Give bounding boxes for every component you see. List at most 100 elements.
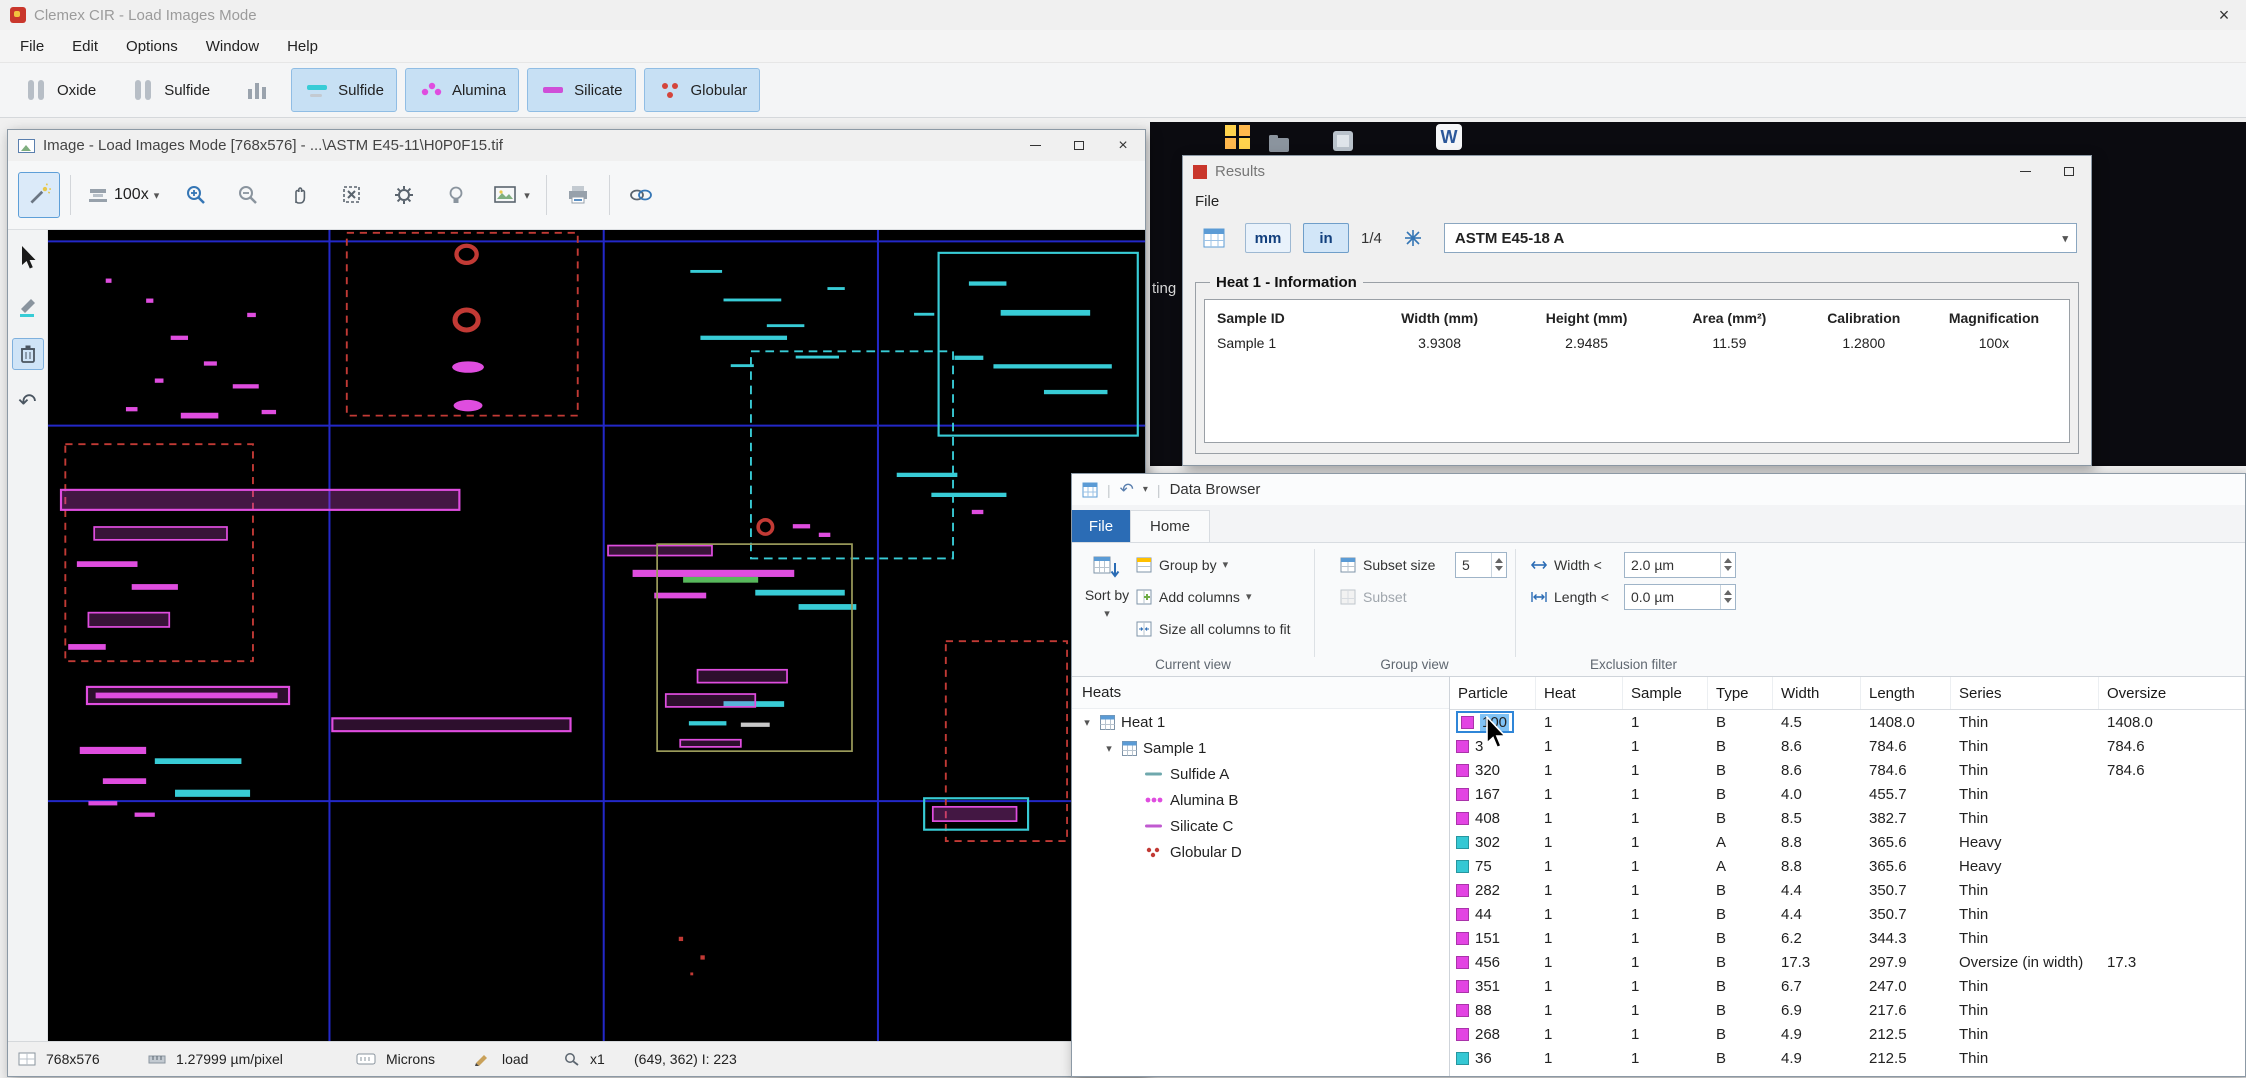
- cell-particle[interactable]: 351: [1450, 978, 1536, 995]
- cell-length[interactable]: 344.3: [1861, 930, 1951, 947]
- cell-heat[interactable]: 1: [1536, 1050, 1623, 1067]
- table-row[interactable]: 15111B6.2344.3Thin: [1450, 926, 2245, 950]
- close-icon[interactable]: ×: [1101, 130, 1145, 161]
- cell-heat[interactable]: 1: [1536, 762, 1623, 779]
- column-header-width[interactable]: Width: [1773, 677, 1861, 709]
- size-all-columns-button[interactable]: Size all columns to fit: [1136, 615, 1291, 642]
- table-row[interactable]: 40811B8.5382.7Thin: [1450, 806, 2245, 830]
- toolbar-button-chart[interactable]: [231, 68, 283, 112]
- cell-length[interactable]: 247.0: [1861, 978, 1951, 995]
- delete-tool-button[interactable]: [12, 338, 44, 370]
- image-adjust-button[interactable]: ▾: [487, 172, 536, 218]
- cell-series[interactable]: Oversize (in width): [1951, 954, 2099, 971]
- cell-particle[interactable]: 151: [1450, 930, 1536, 947]
- lamp-button[interactable]: [435, 172, 477, 218]
- cell-width[interactable]: 6.9: [1773, 1002, 1861, 1019]
- cell-width[interactable]: 4.9: [1773, 1026, 1861, 1043]
- cell-particle[interactable]: 320: [1450, 762, 1536, 779]
- spinner-arrows[interactable]: [1720, 585, 1735, 609]
- cell-type[interactable]: B: [1708, 954, 1773, 971]
- data-browser-titlebar[interactable]: | ↶ ▾ | Data Browser: [1072, 474, 2245, 505]
- cell-oversize[interactable]: 17.3: [2099, 954, 2245, 971]
- cell-type[interactable]: A: [1708, 834, 1773, 851]
- tree-node-silicate-c[interactable]: Silicate C: [1072, 813, 1449, 839]
- cell-length[interactable]: 382.7: [1861, 810, 1951, 827]
- column-header-length[interactable]: Length: [1861, 677, 1951, 709]
- cell-particle[interactable]: 456: [1450, 954, 1536, 971]
- cell-width[interactable]: 4.9: [1773, 1050, 1861, 1067]
- cell-heat[interactable]: 1: [1536, 810, 1623, 827]
- cell-heat[interactable]: 1: [1536, 714, 1623, 731]
- report-table-button[interactable]: [1195, 222, 1233, 254]
- cell-heat[interactable]: 1: [1536, 882, 1623, 899]
- subset-size-input[interactable]: 5: [1455, 552, 1507, 578]
- cell-width[interactable]: 6.7: [1773, 978, 1861, 995]
- cell-heat[interactable]: 1: [1536, 906, 1623, 923]
- column-header-series[interactable]: Series: [1951, 677, 2099, 709]
- cell-type[interactable]: B: [1708, 810, 1773, 827]
- cell-sample[interactable]: 1: [1623, 858, 1708, 875]
- cell-heat[interactable]: 1: [1536, 834, 1623, 851]
- cell-sample[interactable]: 1: [1623, 906, 1708, 923]
- refresh-button[interactable]: [1394, 222, 1432, 254]
- standard-select[interactable]: ASTM E45-18 A ▾: [1444, 223, 2077, 253]
- cell-sample[interactable]: 1: [1623, 762, 1708, 779]
- micrograph-canvas[interactable]: [48, 230, 1145, 1041]
- results-titlebar[interactable]: Results: [1183, 156, 2091, 187]
- cell-particle[interactable]: 75: [1450, 858, 1536, 875]
- toolbar-button-sulfide[interactable]: Sulfide: [291, 68, 397, 112]
- cell-series[interactable]: Thin: [1951, 906, 2099, 923]
- cell-length[interactable]: 350.7: [1861, 882, 1951, 899]
- cell-type[interactable]: B: [1708, 714, 1773, 731]
- menu-help[interactable]: Help: [273, 30, 332, 62]
- app-close-button[interactable]: ×: [2202, 0, 2246, 30]
- cell-type[interactable]: B: [1708, 1002, 1773, 1019]
- marker-tool-button[interactable]: [12, 290, 44, 322]
- cell-length[interactable]: 212.5: [1861, 1050, 1951, 1067]
- cell-type[interactable]: B: [1708, 762, 1773, 779]
- cell-sample[interactable]: 1: [1623, 954, 1708, 971]
- column-header-type[interactable]: Type: [1708, 677, 1773, 709]
- table-row[interactable]: 35111B6.7247.0Thin: [1450, 974, 2245, 998]
- toolbar-button-globular[interactable]: Globular: [644, 68, 761, 112]
- cell-series[interactable]: Thin: [1951, 1050, 2099, 1067]
- settings-gear-button[interactable]: [383, 172, 425, 218]
- cell-sample[interactable]: 1: [1623, 882, 1708, 899]
- cell-type[interactable]: B: [1708, 978, 1773, 995]
- sort-by-button[interactable]: Sort by ▾: [1078, 549, 1136, 647]
- minimize-icon[interactable]: [1013, 130, 1057, 161]
- tree-node-alumina-b[interactable]: Alumina B: [1072, 787, 1449, 813]
- cell-sample[interactable]: 1: [1623, 810, 1708, 827]
- desktop-icon[interactable]: [1332, 130, 1354, 157]
- cell-length[interactable]: 455.7: [1861, 786, 1951, 803]
- subset-button[interactable]: Subset: [1340, 583, 1407, 610]
- maximize-icon[interactable]: [1057, 130, 1101, 161]
- cell-oversize[interactable]: 784.6: [2099, 762, 2245, 779]
- undo-icon[interactable]: ↶: [1120, 481, 1134, 498]
- cell-series[interactable]: Thin: [1951, 762, 2099, 779]
- cell-particle[interactable]: 88: [1450, 1002, 1536, 1019]
- table-row[interactable]: 4411B4.4350.7Thin: [1450, 902, 2245, 926]
- cell-width[interactable]: 8.8: [1773, 834, 1861, 851]
- cell-sample[interactable]: 1: [1623, 738, 1708, 755]
- cell-type[interactable]: B: [1708, 906, 1773, 923]
- cell-length[interactable]: 212.5: [1861, 1026, 1951, 1043]
- cell-type[interactable]: B: [1708, 1050, 1773, 1067]
- cell-width[interactable]: 17.3: [1773, 954, 1861, 971]
- cell-series[interactable]: Thin: [1951, 882, 2099, 899]
- cell-length[interactable]: 365.6: [1861, 858, 1951, 875]
- cell-width[interactable]: 4.5: [1773, 714, 1861, 731]
- cell-type[interactable]: B: [1708, 930, 1773, 947]
- cell-particle[interactable]: 302: [1450, 834, 1536, 851]
- cell-width[interactable]: 8.8: [1773, 858, 1861, 875]
- minimize-icon[interactable]: [2003, 156, 2047, 187]
- table-row[interactable]: 7511A8.8365.6Heavy: [1450, 854, 2245, 878]
- cell-sample[interactable]: 1: [1623, 1026, 1708, 1043]
- cell-sample[interactable]: 1: [1623, 930, 1708, 947]
- cell-series[interactable]: Thin: [1951, 810, 2099, 827]
- tree-node-sample-1[interactable]: ▾Sample 1: [1072, 735, 1449, 761]
- cell-series[interactable]: Thin: [1951, 1002, 2099, 1019]
- cell-type[interactable]: B: [1708, 786, 1773, 803]
- cell-width[interactable]: 4.4: [1773, 906, 1861, 923]
- column-header-oversize[interactable]: Oversize: [2099, 677, 2245, 709]
